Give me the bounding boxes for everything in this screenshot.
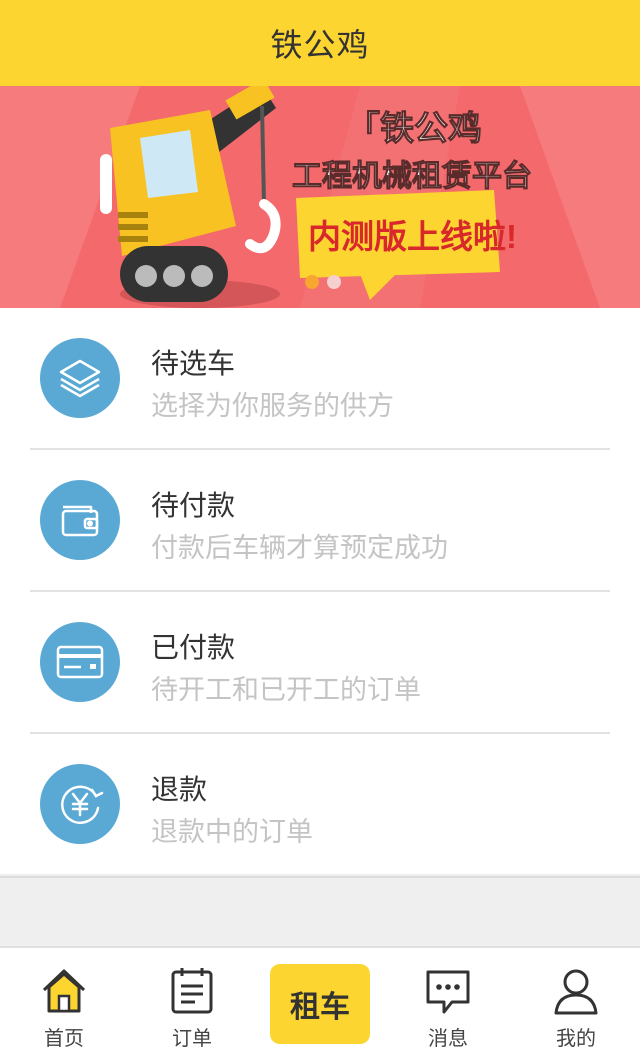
tab-messages[interactable]: 消息 (384, 948, 512, 1056)
home-icon (42, 969, 86, 1013)
page-title: 铁公鸡 (270, 26, 370, 64)
item-title: 退款 (151, 773, 208, 806)
list-item-pending-selection[interactable]: 待选车 选择为你服务的供方 (0, 308, 640, 450)
tab-orders[interactable]: 订单 (128, 948, 256, 1056)
promo-banner[interactable]: 「铁公鸡 工程机械租赁平台 内测版上线啦! (0, 86, 640, 308)
user-icon (554, 969, 598, 1015)
tab-label: 首页 (44, 1026, 84, 1050)
tab-label: 订单 (172, 1026, 212, 1050)
carousel-dot-active (305, 275, 319, 289)
chat-bubble-icon (426, 970, 470, 1014)
list-item-paid[interactable]: 已付款 待开工和已开工的订单 (0, 592, 640, 734)
carousel-dot (327, 275, 341, 289)
app-header: 铁公鸡 (0, 0, 640, 86)
yuan-refund-icon (40, 764, 120, 844)
rent-car-button[interactable]: 租车 (270, 964, 370, 1044)
item-subtitle: 选择为你服务的供方 (151, 391, 394, 422)
item-title: 已付款 (151, 631, 236, 664)
svg-text:工程机械租赁平台: 工程机械租赁平台 (292, 159, 532, 193)
item-title: 待付款 (151, 489, 236, 522)
list-item-pending-payment[interactable]: 待付款 付款后车辆才算预定成功 (0, 450, 640, 592)
tab-label: 消息 (428, 1026, 468, 1050)
bottom-tab-bar: 首页 订单 租车 消息 我的 (0, 946, 640, 1056)
item-subtitle: 退款中的订单 (151, 817, 313, 848)
order-list-icon (171, 968, 213, 1014)
divider (0, 876, 640, 878)
layers-icon (40, 338, 120, 418)
banner-illustration: 「铁公鸡 工程机械租赁平台 内测版上线啦! (0, 86, 640, 308)
tab-label: 我的 (556, 1026, 596, 1050)
item-subtitle: 付款后车辆才算预定成功 (151, 533, 448, 564)
svg-text:「铁公鸡: 「铁公鸡 (346, 110, 482, 148)
svg-text:内测版上线啦!: 内测版上线啦! (308, 218, 517, 255)
tab-mine[interactable]: 我的 (512, 948, 640, 1056)
item-subtitle: 待开工和已开工的订单 (151, 675, 421, 706)
wallet-icon (40, 480, 120, 560)
tab-home[interactable]: 首页 (0, 948, 128, 1056)
order-status-list: 待选车 选择为你服务的供方 待付款 付款后车辆才算预定成功 已付款 待开工和已开… (0, 308, 640, 874)
item-title: 待选车 (151, 347, 236, 380)
credit-card-icon (40, 622, 120, 702)
list-item-refund[interactable]: 退款 退款中的订单 (0, 734, 640, 874)
